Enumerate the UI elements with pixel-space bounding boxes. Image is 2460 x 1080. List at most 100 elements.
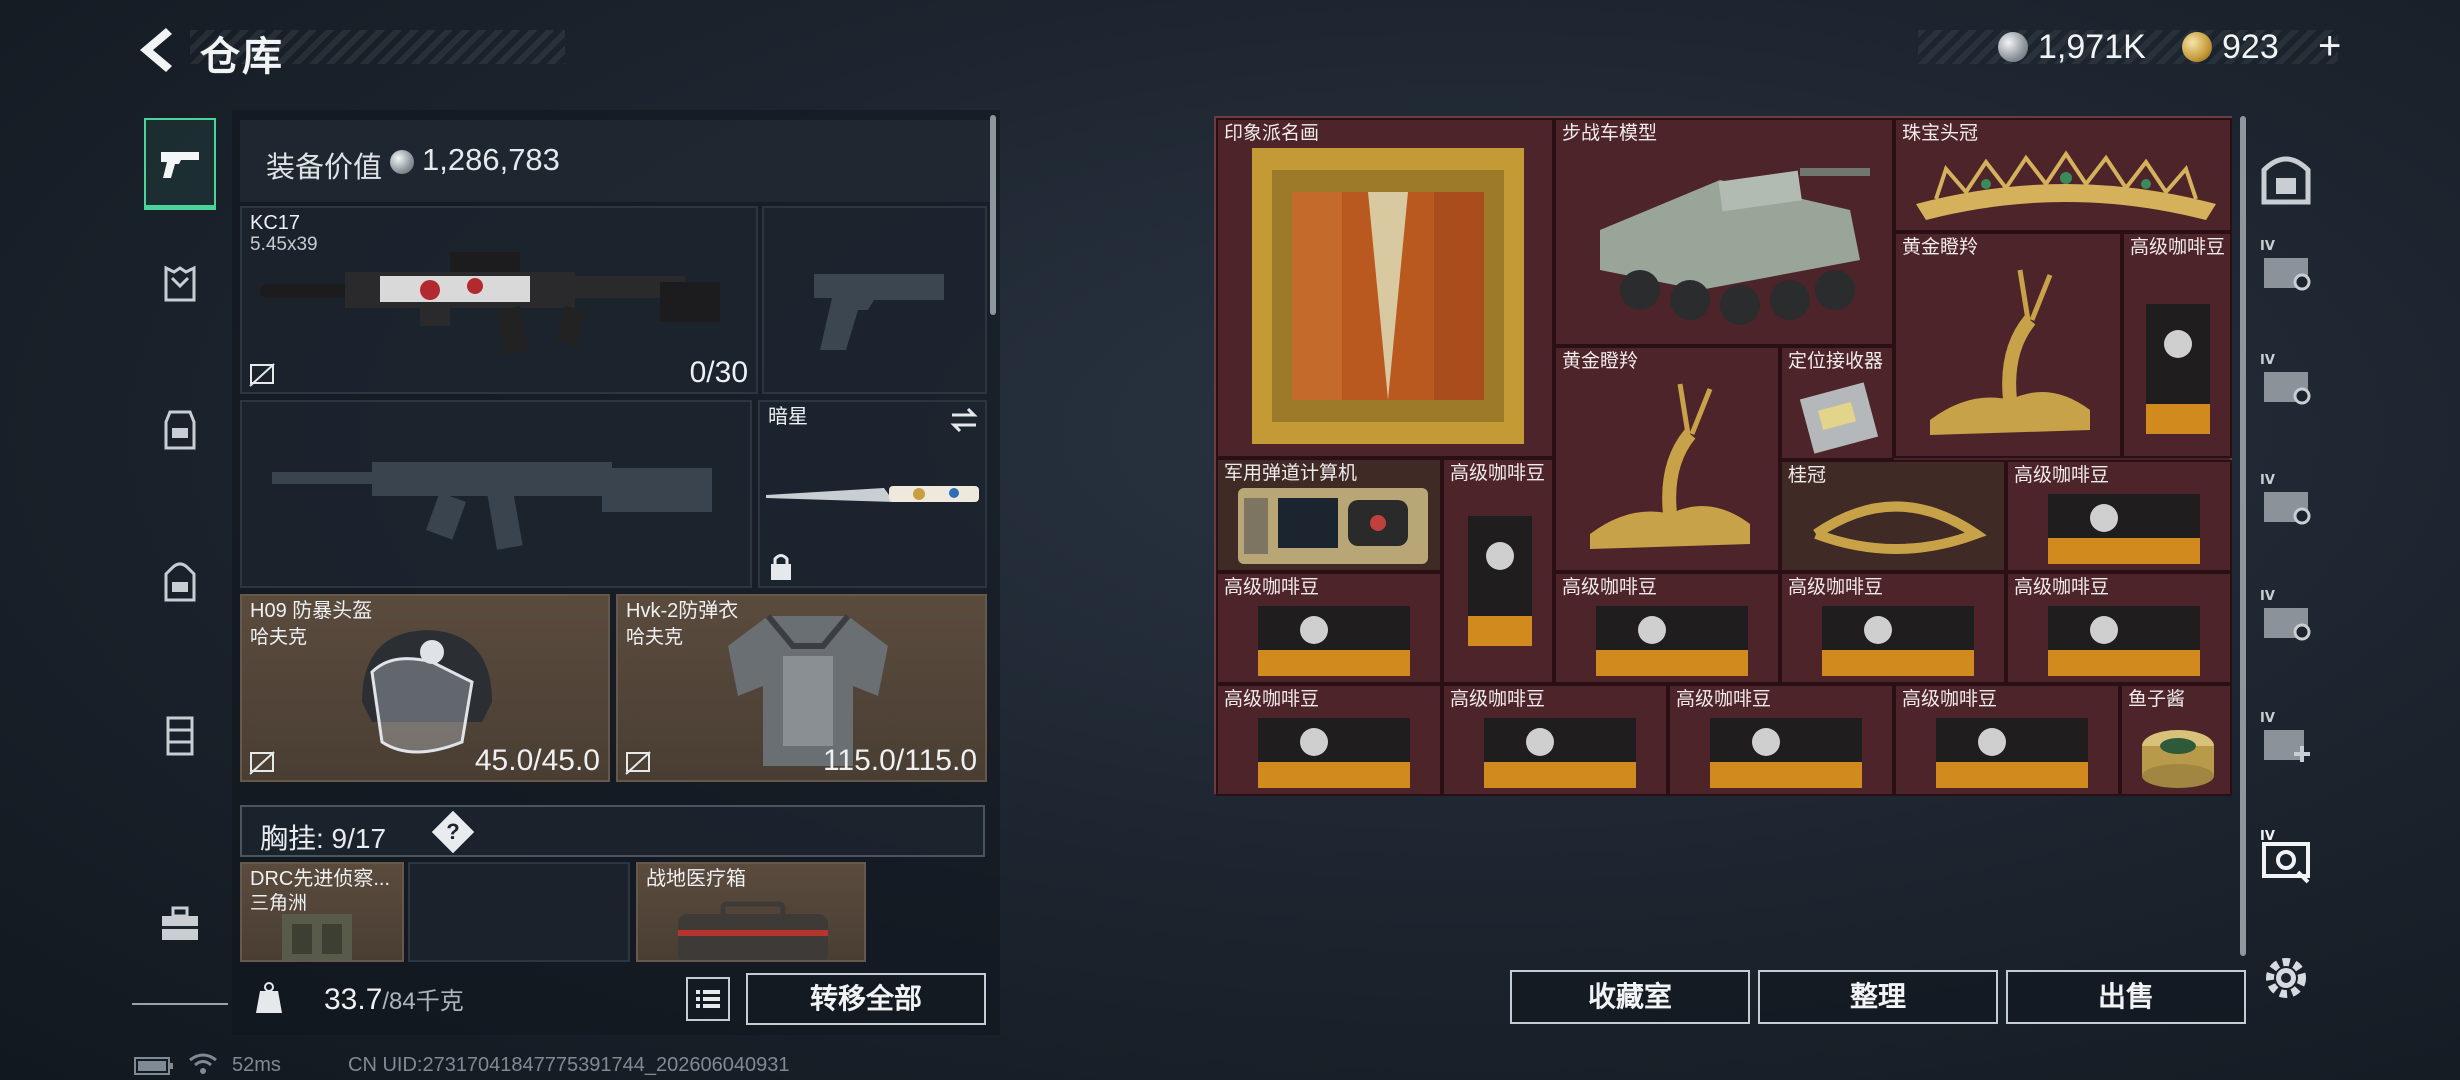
pistol-slot[interactable]: [762, 206, 987, 394]
rig-empty-slot[interactable]: [408, 862, 630, 962]
stash-item[interactable]: 黄金瞪羚: [1894, 232, 2122, 458]
stash-scrollbar[interactable]: [2240, 116, 2246, 956]
item-name: 印象派名画: [1224, 123, 1320, 144]
uid-text: CN UID:27317041847775391744_202606040931: [348, 1054, 790, 1076]
melee-slot[interactable]: 暗星: [758, 400, 987, 588]
sell-button[interactable]: 出售: [2006, 970, 2246, 1024]
medkit-name: 战地医疗箱: [646, 868, 746, 890]
armor-slot[interactable]: Hvk-2防弹衣 哈夫克 115.0/115.0: [616, 594, 987, 782]
equipment-panel: 装备价值 1,286,783 KC17 5.45x39 0/30 暗星 H09 …: [232, 110, 1000, 1035]
nav-rig[interactable]: [144, 384, 216, 476]
armor-durability: 115.0/115.0: [822, 744, 977, 777]
stash-item[interactable]: 定位接收器: [1780, 346, 1894, 460]
silver-coin-icon: [390, 150, 414, 174]
stash-item[interactable]: 黄金瞪羚: [1554, 346, 1780, 572]
stash-item[interactable]: 高级咖啡豆: [1668, 684, 1894, 796]
list-view-button[interactable]: [686, 977, 730, 1021]
equipment-scrollbar[interactable]: [990, 115, 996, 315]
stash-tab-add-icon[interactable]: IV: [2258, 708, 2314, 768]
stash-tab-3-icon[interactable]: IV: [2258, 470, 2314, 530]
knife-icon: [766, 486, 979, 502]
silver-coin-icon: [1998, 32, 2028, 62]
stash-tab-4-icon[interactable]: IV: [2258, 586, 2314, 646]
transfer-all-button[interactable]: 转移全部: [746, 973, 986, 1025]
swap-icon[interactable]: [948, 406, 980, 434]
nav-armor[interactable]: [144, 238, 216, 330]
item-name: 高级咖啡豆: [1902, 689, 1998, 710]
stash-item[interactable]: 高级咖啡豆: [2006, 460, 2232, 572]
stash-tab-1-icon[interactable]: IV: [2258, 236, 2314, 296]
safe-icon[interactable]: [2258, 148, 2314, 208]
gear-icon[interactable]: [2258, 948, 2314, 1008]
equipment-value-bar: 装备价值 1,286,783: [240, 120, 990, 202]
wifi-icon: [189, 1053, 217, 1074]
secondary-weapon-slot[interactable]: [240, 400, 752, 588]
primary-weapon-slot[interactable]: KC17 5.45x39 0/30: [240, 206, 758, 394]
item-name: 高级咖啡豆: [1224, 577, 1320, 598]
rifle-placeholder-icon: [272, 462, 712, 550]
stash-item[interactable]: 军用弹道计算机: [1216, 458, 1442, 572]
coffee-bag-icon: [1936, 718, 2088, 788]
stash-item[interactable]: 高级咖啡豆: [1216, 572, 1442, 684]
item-name: 军用弹道计算机: [1224, 463, 1358, 484]
page-title: 仓库: [200, 35, 284, 79]
coffee-bag-icon: [1468, 516, 1532, 646]
weight-readout: 33.7/84千克: [324, 981, 464, 1017]
armor-icon: [164, 265, 196, 302]
collection-button[interactable]: 收藏室: [1510, 970, 1750, 1024]
coffee-bag-icon: [1258, 718, 1410, 788]
gazelle-icon: [1590, 383, 1750, 549]
lock-icon: [771, 554, 791, 580]
chest-rig-bar[interactable]: 胸挂: 9/17 ?: [240, 805, 985, 857]
stash-item[interactable]: 桂冠: [1780, 460, 2006, 572]
item-name: 高级咖啡豆: [2014, 465, 2110, 486]
item-name: 鱼子酱: [2128, 689, 2186, 710]
item-name: 高级咖啡豆: [1450, 463, 1546, 484]
toolbox-icon: [162, 906, 198, 940]
stash-item[interactable]: 高级咖啡豆: [1780, 572, 2006, 684]
stash-tab-active-icon[interactable]: IV: [2258, 826, 2314, 886]
helmet-durability: 45.0/45.0: [474, 744, 600, 777]
svg-text:IV: IV: [2260, 829, 2275, 844]
stash-item[interactable]: 鱼子酱: [2120, 684, 2232, 796]
sort-button[interactable]: 整理: [1758, 970, 1998, 1024]
svg-text:IV: IV: [2260, 353, 2275, 368]
stash-item[interactable]: 高级咖啡豆: [2122, 232, 2232, 458]
coffee-bag-icon: [1710, 718, 1862, 788]
stash-item[interactable]: 高级咖啡豆: [1442, 684, 1668, 796]
back-icon[interactable]: [128, 20, 188, 80]
stash-item[interactable]: 珠宝头冠: [1894, 118, 2232, 232]
rig-item-slot[interactable]: DRC先进侦察... 三角洲: [240, 862, 404, 962]
medkit-icon: [678, 901, 828, 960]
add-currency-icon[interactable]: +: [2318, 26, 2350, 66]
chest-rig-label: 胸挂: 9/17: [260, 823, 387, 854]
coffee-bag-icon: [2048, 494, 2200, 564]
helmet-slot[interactable]: H09 防暴头盔 哈夫克 45.0/45.0: [240, 594, 610, 782]
stash-item[interactable]: 高级咖啡豆: [2006, 572, 2232, 684]
left-bottom-bar: 33.7/84千克 转移全部: [232, 965, 1000, 1035]
nav-container[interactable]: [144, 690, 216, 782]
stash-item[interactable]: 印象派名画: [1216, 118, 1554, 458]
help-icon[interactable]: ?: [431, 810, 475, 854]
nav-backpack[interactable]: [144, 536, 216, 628]
stash-item[interactable]: 高级咖啡豆: [1216, 684, 1442, 796]
medkit-slot[interactable]: 战地医疗箱: [636, 862, 866, 962]
coffee-bag-icon: [2146, 304, 2210, 434]
svg-text:IV: IV: [2260, 589, 2275, 604]
nav-weapons[interactable]: [144, 118, 216, 210]
item-name: 高级咖啡豆: [1788, 577, 1884, 598]
coffee-bag-icon: [2048, 606, 2200, 676]
rig-item-icon: [282, 914, 352, 960]
stash-item[interactable]: 高级咖啡豆: [1554, 572, 1780, 684]
item-name: 珠宝头冠: [1902, 123, 1979, 144]
backpack-icon: [164, 562, 196, 602]
stash-tab-2-icon[interactable]: IV: [2258, 350, 2314, 410]
nav-toolbox[interactable]: [144, 878, 216, 970]
item-name: 桂冠: [1788, 465, 1827, 486]
painting-icon: [1252, 148, 1524, 444]
stash-item[interactable]: 高级咖啡豆: [1442, 458, 1554, 684]
list-icon: [696, 990, 720, 1008]
stash-item[interactable]: 步战车模型: [1554, 118, 1894, 346]
item-name: 高级咖啡豆: [2014, 577, 2110, 598]
stash-item[interactable]: 高级咖啡豆: [1894, 684, 2120, 796]
